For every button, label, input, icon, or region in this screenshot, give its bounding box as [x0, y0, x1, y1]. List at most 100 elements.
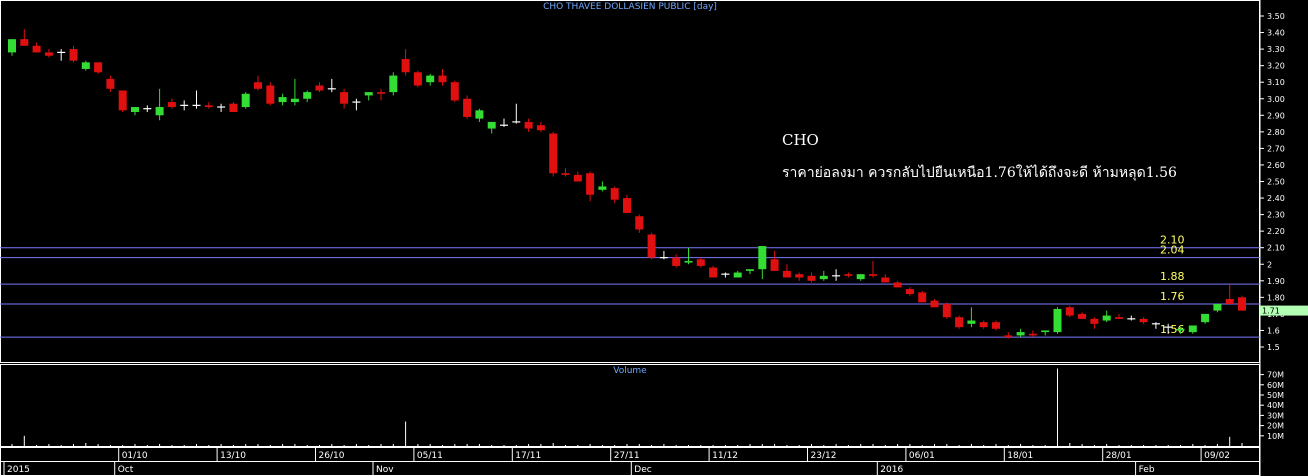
candlesticks — [8, 29, 1246, 339]
date-label: 06/01 — [909, 451, 935, 461]
period-label: Dec — [634, 465, 651, 475]
candle-body — [782, 270, 791, 278]
candle-body — [266, 85, 275, 104]
period-label: 2016 — [880, 465, 903, 475]
candle-body — [475, 110, 484, 119]
date-label: 05/11 — [417, 451, 443, 461]
price-tick-label: 2.70 — [1267, 144, 1285, 153]
annotation-text: ราคาย่อลงมา ควรกลับไปยืนเหนือ1.76ให้ได้ถ… — [782, 164, 1177, 181]
date-label: 26/10 — [319, 451, 345, 461]
horizontal-levels: 2.102.041.881.761.56 — [0, 234, 1260, 338]
date-label: 01/10 — [122, 451, 148, 461]
date-label: 18/01 — [1007, 451, 1033, 461]
candle-body — [69, 49, 78, 61]
candle-body — [364, 92, 373, 96]
date-label: 11/12 — [712, 451, 738, 461]
candle-body — [450, 82, 459, 101]
date-label: 13/10 — [220, 451, 246, 461]
period-strip — [0, 461, 1260, 476]
candle-body — [413, 72, 422, 86]
volume-tick-label: 30M — [1267, 411, 1284, 420]
candle-body — [869, 274, 877, 276]
candle-body — [303, 92, 312, 99]
candle-body — [106, 78, 115, 89]
candle-body — [549, 133, 558, 174]
candle-body — [561, 173, 570, 175]
candle-body — [438, 75, 447, 83]
candle-body — [524, 121, 533, 129]
candle-body — [1201, 313, 1210, 323]
candle-body — [340, 92, 349, 104]
candle-body — [1028, 333, 1037, 336]
price-tick-label: 3.50 — [1267, 12, 1285, 21]
candle-body — [647, 234, 656, 258]
candle-body — [696, 259, 705, 266]
candle-body — [315, 85, 324, 91]
candle-body — [20, 39, 29, 46]
price-tick-label: 2.30 — [1267, 211, 1285, 220]
price-tick-label: 1.90 — [1267, 277, 1285, 286]
candle-body — [487, 121, 496, 129]
candle-body — [635, 216, 644, 230]
price-tick-label: 3.20 — [1267, 62, 1285, 71]
price-tick-label: 2.60 — [1267, 161, 1285, 170]
candle-body — [807, 275, 816, 281]
price-tick-label: 2.80 — [1267, 128, 1285, 137]
candle-body — [881, 277, 890, 283]
candle-body — [8, 39, 16, 53]
volume-tick-label: 60M — [1267, 381, 1284, 390]
price-tick-label: 1.5 — [1267, 343, 1280, 352]
candle-body — [1188, 325, 1197, 333]
candle-body — [955, 317, 964, 328]
candle-body — [819, 275, 828, 280]
candle-body — [278, 97, 287, 103]
candle-body — [893, 282, 902, 288]
price-tick-label: 1.80 — [1267, 293, 1285, 302]
candle-body — [290, 98, 299, 103]
price-axis: 3.50 3.40 3.30 3.20 3.10 3.00 2.90 2.80 2.70 2.60… — [1260, 12, 1285, 352]
candle-body — [684, 260, 693, 263]
last-price-label: 1.71 — [1262, 307, 1280, 316]
candle-body — [930, 300, 939, 308]
period-label: 2015 — [7, 465, 30, 475]
volume-tick-label: 10M — [1267, 432, 1284, 441]
chart-title: CHO THAVEE DOLLASIEN PUBLIC [day] — [543, 2, 717, 12]
period-label: Oct — [118, 465, 134, 475]
candle-body — [672, 257, 681, 266]
candle-body — [992, 322, 1000, 329]
candle-body — [1016, 332, 1025, 336]
volume-panel-border — [0, 364, 1260, 447]
candle-body — [401, 59, 410, 73]
candle-body — [1078, 313, 1087, 319]
candle-body — [463, 98, 472, 117]
price-tick-label: 2.50 — [1267, 178, 1285, 187]
price-tick-label: 2.90 — [1267, 111, 1285, 120]
stock-chart: CHO THAVEE DOLLASIEN PUBLIC [day] Volume… — [0, 0, 1308, 476]
candle-body — [979, 322, 988, 328]
price-tick-label: 3.00 — [1267, 95, 1285, 104]
candle-body — [1115, 317, 1123, 319]
level-label: 1.76 — [1160, 290, 1185, 303]
candle-body — [44, 52, 53, 56]
candle-body — [1213, 303, 1222, 311]
last-price-marker: 1.71 — [1260, 305, 1308, 316]
candle-body — [856, 274, 865, 280]
price-tick-label: 1.6 — [1267, 326, 1280, 335]
candle-body — [795, 274, 804, 278]
date-label: 17/11 — [515, 451, 541, 461]
candle-body — [586, 173, 595, 195]
annotation-title: CHO — [782, 131, 819, 149]
candle-body — [918, 292, 927, 303]
candle-body — [844, 274, 853, 276]
candle-body — [770, 259, 779, 271]
candle-body — [1041, 330, 1050, 333]
candle-body — [81, 62, 90, 69]
candle-body — [118, 90, 127, 111]
candle-body — [746, 269, 754, 271]
candle-body — [241, 93, 250, 108]
candle-body — [377, 92, 385, 94]
candle-body — [229, 103, 238, 112]
candle-body — [204, 105, 213, 108]
candle-body — [1065, 307, 1074, 316]
volume-bars — [11, 368, 1243, 446]
